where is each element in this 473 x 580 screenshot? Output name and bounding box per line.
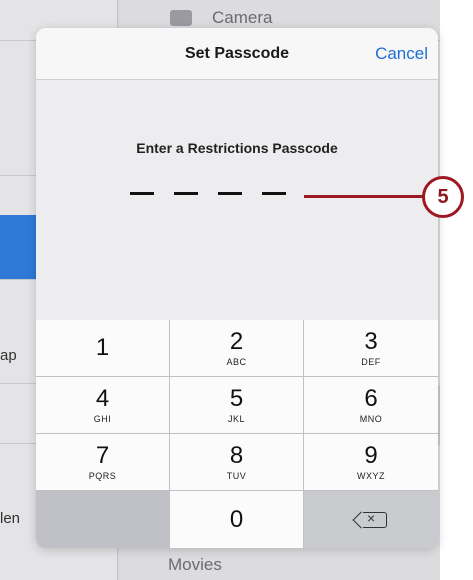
key-9[interactable]: 9 WXYZ [304,434,438,490]
key-5[interactable]: 5 JKL [170,377,303,433]
key-number: 5 [229,384,244,412]
key-number: 4 [95,384,110,412]
dialog-navbar: Set Passcode Cancel [36,28,438,80]
key-0[interactable]: 0 [170,491,303,548]
key-4[interactable]: 4 GHI [36,377,169,433]
numeric-keypad: 1 2 ABC 3 DEF 4 GHI 5 JKL 6 MNO 7 PQRS 8… [36,320,438,548]
passcode-digit-slot [174,192,198,195]
key-number: 6 [364,384,378,412]
key-8[interactable]: 8 TUV [170,434,303,490]
key-number: 9 [364,441,378,469]
key-number: 1 [95,334,110,361]
keypad-blank-key [36,491,169,548]
passcode-digit-slot [130,192,154,195]
camera-icon [170,10,192,26]
sidebar-item-label: len [0,510,21,527]
passcode-digit-slot [218,192,242,195]
key-letters: JKL [227,413,245,424]
key-7[interactable]: 7 PQRS [36,434,169,490]
key-number: 0 [229,505,244,533]
passcode-prompt: Enter a Restrictions Passcode [136,140,338,156]
key-letters: WXYZ [357,470,385,481]
key-number: 3 [364,327,378,355]
cancel-button[interactable]: Cancel [375,44,428,64]
key-letters: TUV [226,470,247,481]
delete-backspace-icon: × [363,510,387,528]
sidebar-item-label: ap [0,347,17,364]
key-letters: MNO [359,413,383,424]
callout-badge: 5 [422,176,464,218]
key-letters: PQRS [88,470,117,481]
sidebar-selected-item [0,215,38,279]
key-1[interactable]: 1 [36,320,169,376]
key-number: 7 [95,441,110,469]
key-letters: DEF [361,356,381,367]
movies-label: Movies [168,555,222,574]
key-number: 2 [229,327,244,355]
set-passcode-dialog: Set Passcode Cancel Enter a Restrictions… [36,28,438,548]
key-6[interactable]: 6 MNO [304,377,438,433]
key-2[interactable]: 2 ABC [170,320,303,376]
key-letters: GHI [93,413,112,424]
delete-key[interactable]: × [304,491,438,548]
screenshot: ap len Camera Movies Set Passcode Cancel… [0,0,473,580]
key-number: 8 [229,441,244,469]
camera-label: Camera [212,8,273,27]
key-letters: ABC [226,356,247,367]
key-3[interactable]: 3 DEF [304,320,438,376]
passcode-digit-slot [262,192,286,195]
passcode-entry-field[interactable] [130,192,286,195]
